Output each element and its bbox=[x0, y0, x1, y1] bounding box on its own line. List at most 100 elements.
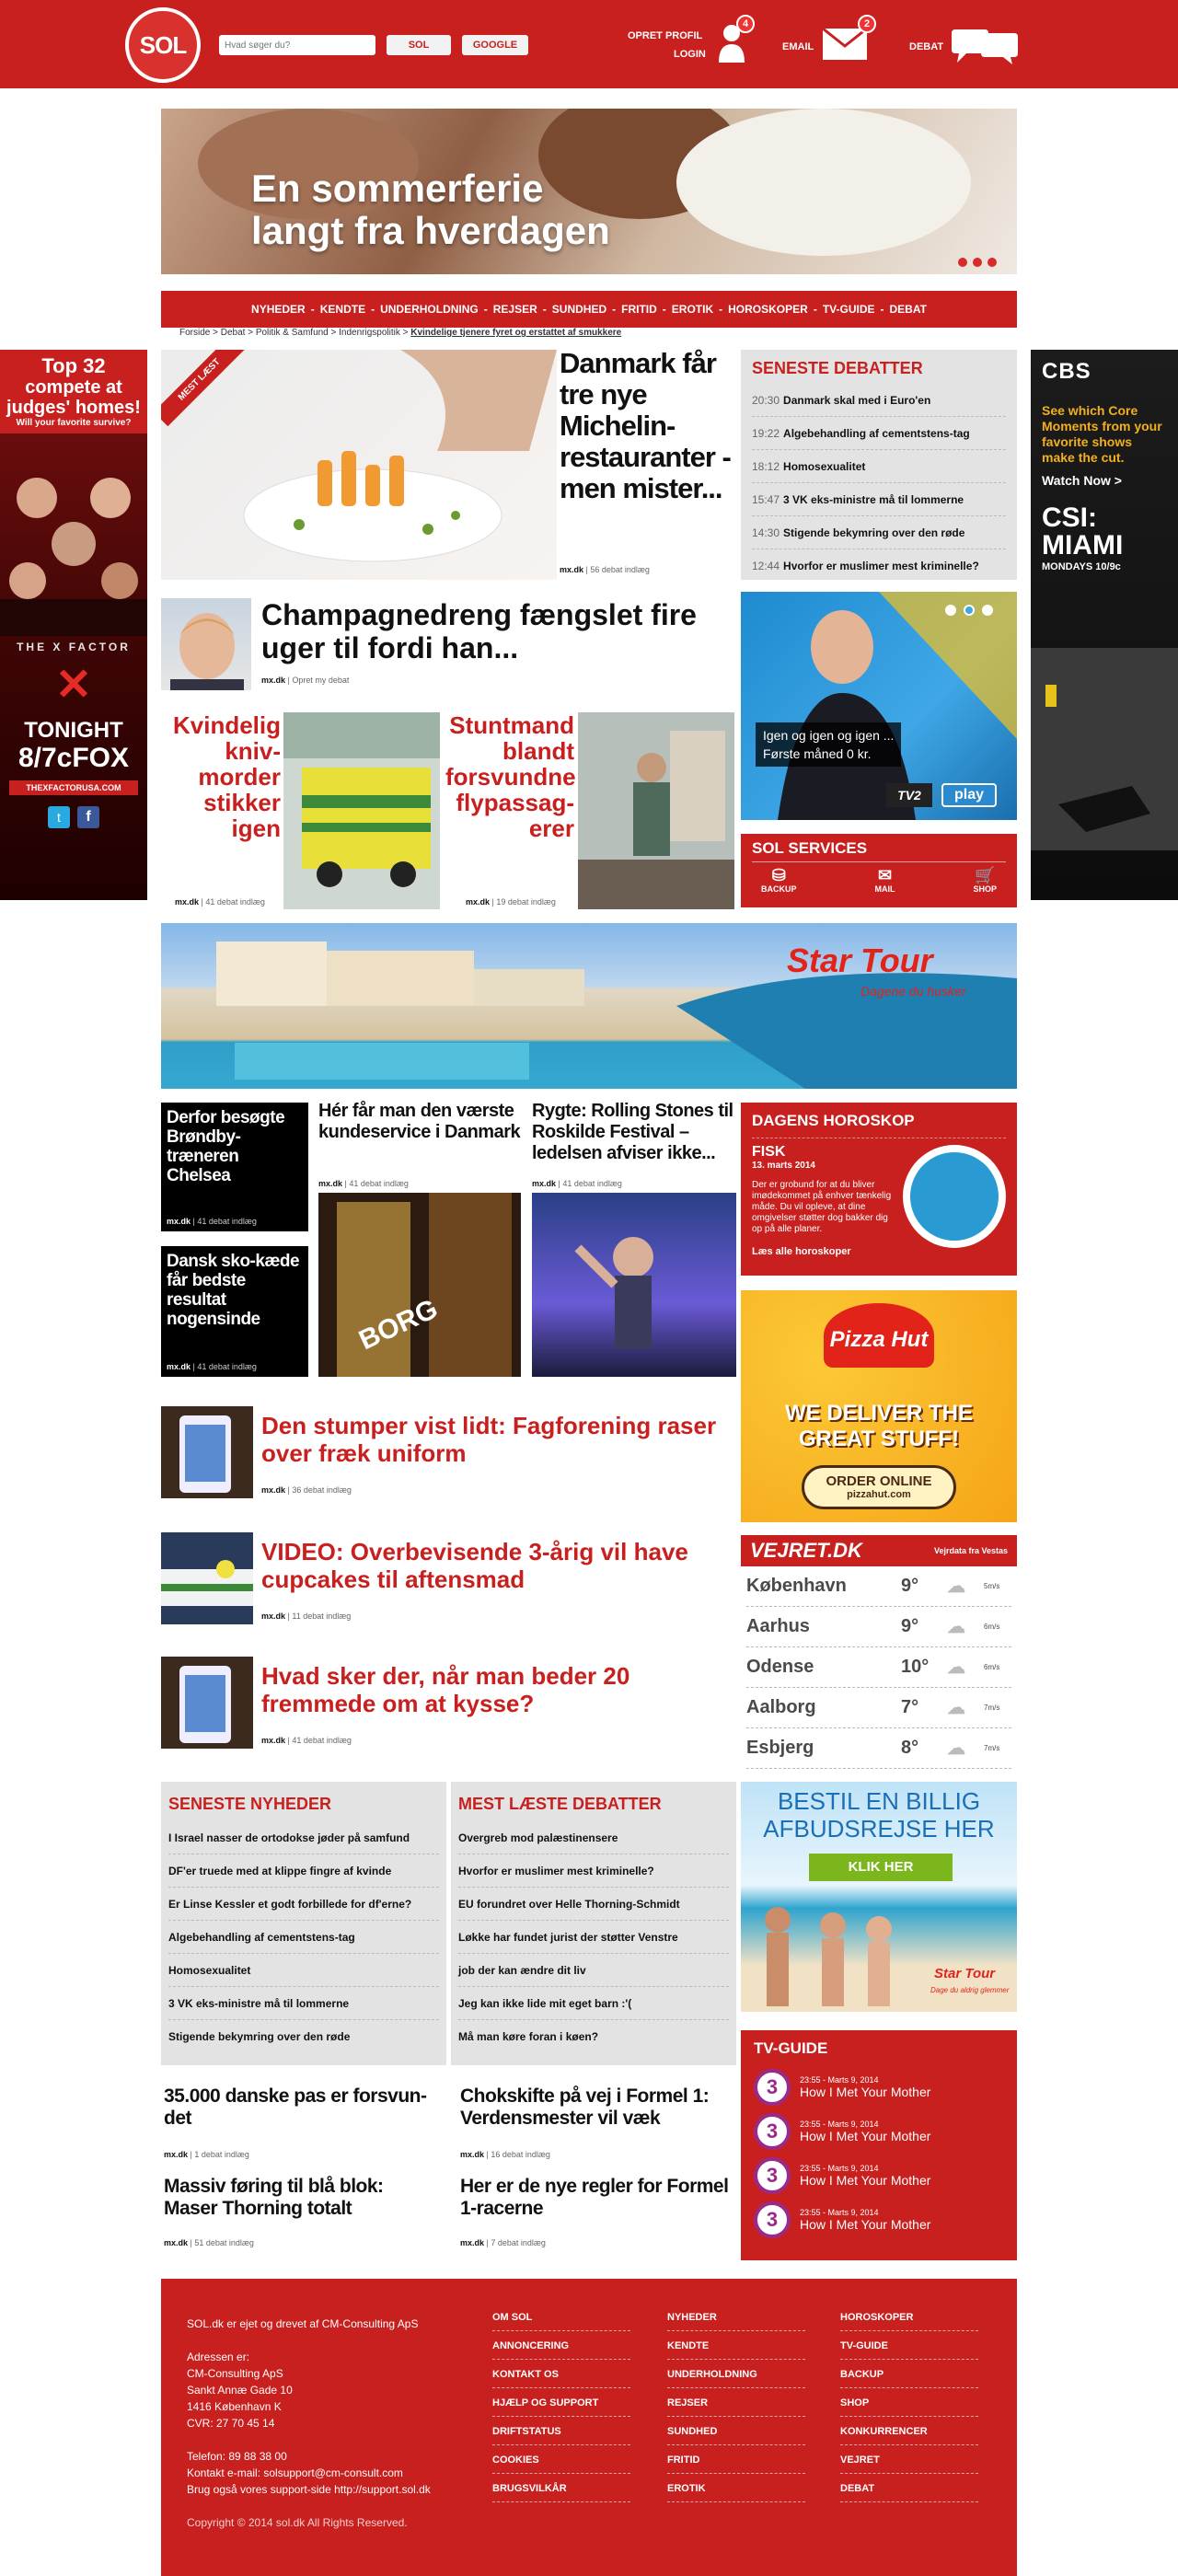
bottom-story-4-title[interactable]: Her er de nye regler for Formel 1-racern… bbox=[460, 2176, 736, 2220]
nav-sundhed[interactable]: SUNDHED bbox=[547, 303, 612, 316]
weather-row[interactable]: Aarhus 9° ☁ 6m/s bbox=[746, 1607, 1011, 1647]
list-story-3-image[interactable] bbox=[161, 1657, 253, 1749]
footer-link[interactable]: EROTIK bbox=[667, 2474, 805, 2502]
slider-dot-3[interactable] bbox=[987, 258, 997, 267]
news-item[interactable]: I Israel nasser de ortodokse jøder på sa… bbox=[168, 1821, 439, 1854]
horoscope-link[interactable]: Læs alle horoskoper bbox=[752, 1246, 1006, 1257]
lead-source[interactable]: mx.dk bbox=[560, 565, 583, 574]
tv-guide-item[interactable]: 3 23:55 - Marts 9, 2014 How I Met Your Mot… bbox=[754, 2065, 1004, 2109]
nav-nyheder[interactable]: NYHEDER bbox=[246, 303, 311, 316]
list-story-3-title[interactable]: Hvad sker der, når man beder 20 fremmede… bbox=[261, 1662, 740, 1717]
tv-guide-item[interactable]: 3 23:55 - Marts 9, 2014 How I Met Your Mot… bbox=[754, 2154, 1004, 2198]
list-story-1-title[interactable]: Den stumper vist lidt: Fagforening raser… bbox=[261, 1412, 740, 1467]
tv2-play-ad[interactable]: Igen og igen og igen ... Første måned 0 … bbox=[741, 592, 1017, 820]
footer-link[interactable]: KONTAKT OS bbox=[492, 2360, 630, 2388]
order-online-button[interactable]: ORDER ONLINE pizzahut.com bbox=[802, 1465, 956, 1509]
footer-link[interactable]: KENDTE bbox=[667, 2331, 805, 2360]
mid1-image[interactable]: BORG bbox=[318, 1193, 521, 1377]
footer-link[interactable]: OM SOL bbox=[492, 2303, 630, 2331]
debate-item[interactable]: Må man køre foran i køen? bbox=[458, 2020, 729, 2053]
service-mail[interactable]: ✉ MAIL bbox=[875, 866, 895, 894]
speech-bubble-icon[interactable] bbox=[948, 28, 1022, 71]
nav-underholdning[interactable]: UNDERHOLDNING bbox=[375, 303, 484, 316]
debat-link[interactable]: DEBAT bbox=[909, 41, 943, 52]
tv2-play-button[interactable]: play bbox=[941, 783, 997, 807]
bottom-story-2-title[interactable]: Chokskifte på vej i Formel 1: Verdensmes… bbox=[460, 2085, 736, 2130]
story3-comments[interactable]: 41 debat indlæg bbox=[205, 897, 265, 907]
debate-item[interactable]: Løkke har fundet jurist der støtter Vens… bbox=[458, 1921, 729, 1954]
bottom-story-1-title[interactable]: 35.000 danske pas er forsvun-det bbox=[164, 2085, 440, 2130]
story4-image[interactable] bbox=[578, 712, 734, 909]
footer-link[interactable]: REJSER bbox=[667, 2388, 805, 2417]
slider-dot-2[interactable] bbox=[973, 258, 982, 267]
news-item[interactable]: DF'er truede med at klippe fingre af kvi… bbox=[168, 1854, 439, 1888]
list-story-2-image[interactable] bbox=[161, 1532, 253, 1624]
vejret-logo[interactable]: VEJRET.DK bbox=[750, 1539, 862, 1563]
story3-source[interactable]: mx.dk bbox=[175, 897, 199, 907]
tv2-dot-1[interactable] bbox=[945, 605, 956, 616]
x-factor-ad[interactable]: Top 32 compete at judges' homes! Will yo… bbox=[0, 350, 147, 900]
footer-link[interactable]: BRUGSVILKÅR bbox=[492, 2474, 630, 2502]
breadcrumb-path[interactable]: Forside > Debat > Politik & Samfund > In… bbox=[179, 328, 408, 338]
pizza-hut-ad[interactable]: Pizza Hut WE DELIVER THE GREAT STUFF! OR… bbox=[741, 1290, 1017, 1522]
story4-comments[interactable]: 19 debat indlæg bbox=[496, 897, 556, 907]
news-item[interactable]: Stigende bekymring over den røde bbox=[168, 2020, 439, 2053]
cbs-ad[interactable]: CBS See which Core Moments from your fav… bbox=[1031, 350, 1178, 900]
lead-title[interactable]: Danmark får tre nye Michelin-restaurante… bbox=[560, 348, 736, 504]
story2-comments[interactable]: Opret my debat bbox=[292, 676, 349, 685]
footer-link[interactable]: DEBAT bbox=[840, 2474, 978, 2502]
footer-link[interactable]: HOROSKOPER bbox=[840, 2303, 978, 2331]
nav-horoskoper[interactable]: HOROSKOPER bbox=[722, 303, 814, 316]
list-story-2-title[interactable]: VIDEO: Overbevisende 3-årig vil have cup… bbox=[261, 1538, 740, 1593]
tv2-dot-3[interactable] bbox=[982, 605, 993, 616]
footer-link[interactable]: ANNONCERING bbox=[492, 2331, 630, 2360]
google-search-button[interactable]: GOOGLE bbox=[462, 35, 528, 55]
debate-item[interactable]: 12:44 Hvorfor er muslimer mest kriminelle… bbox=[752, 549, 1006, 583]
debate-item[interactable]: 19:22 Algebehandling af cementstens-tag bbox=[752, 417, 1006, 450]
debate-item[interactable]: Overgreb mod palæstinensere bbox=[458, 1821, 729, 1854]
nav-debat[interactable]: DEBAT bbox=[884, 303, 932, 316]
nav-tv-guide[interactable]: TV-GUIDE bbox=[817, 303, 881, 316]
lead-comments[interactable]: 56 debat indlæg bbox=[590, 565, 650, 574]
story3-image[interactable] bbox=[283, 712, 440, 909]
debate-item[interactable]: job der kan ændre dit liv bbox=[458, 1954, 729, 1987]
nav-rejser[interactable]: REJSER bbox=[488, 303, 543, 316]
weather-row[interactable]: Esbjerg 8° ☁ 7m/s bbox=[746, 1728, 1011, 1769]
twitter-icon[interactable]: t bbox=[48, 806, 70, 828]
footer-mail[interactable]: Kontakt e-mail: solsupport@cm-consult.co… bbox=[187, 2465, 463, 2481]
footer-link[interactable]: SUNDHED bbox=[667, 2417, 805, 2445]
debate-item[interactable]: 14:30 Stigende bekymring over den røde bbox=[752, 516, 1006, 549]
footer-link[interactable]: FRITID bbox=[667, 2445, 805, 2474]
tv-guide-item[interactable]: 3 23:55 - Marts 9, 2014 How I Met Your Mot… bbox=[754, 2198, 1004, 2242]
mail-icon[interactable] bbox=[822, 27, 868, 65]
email-link[interactable]: EMAIL bbox=[782, 41, 814, 52]
list-story-1-image[interactable] bbox=[161, 1406, 253, 1498]
weather-row[interactable]: Odense 10° ☁ 6m/s bbox=[746, 1647, 1011, 1688]
footer-link[interactable]: UNDERHOLDNING bbox=[667, 2360, 805, 2388]
sol-logo[interactable]: SOL bbox=[125, 7, 201, 83]
black-story-2[interactable]: Dansk sko-kæde får bedste resultat nogen… bbox=[161, 1246, 308, 1377]
search-input[interactable] bbox=[219, 35, 375, 55]
service-backup[interactable]: ⛁ BACKUP bbox=[761, 866, 797, 894]
tv-guide-item[interactable]: 3 23:55 - Marts 9, 2014 How I Met Your Mot… bbox=[754, 2109, 1004, 2154]
nav-kendte[interactable]: KENDTE bbox=[315, 303, 371, 316]
story4-source[interactable]: mx.dk bbox=[466, 897, 490, 907]
cbs-watch-now[interactable]: Watch Now > bbox=[1031, 466, 1178, 495]
slider-dot-1[interactable] bbox=[958, 258, 967, 267]
debate-item[interactable]: Hvorfor er muslimer mest kriminelle? bbox=[458, 1854, 729, 1888]
footer-link[interactable]: DRIFTSTATUS bbox=[492, 2417, 630, 2445]
debate-item[interactable]: 18:12 Homosexualitet bbox=[752, 450, 1006, 483]
weather-row[interactable]: Aalborg 7° ☁ 7m/s bbox=[746, 1688, 1011, 1728]
footer-link[interactable]: SHOP bbox=[840, 2388, 978, 2417]
black1-title[interactable]: Derfor besøgte Brøndby-træneren Chelsea bbox=[167, 1108, 303, 1185]
story2-source[interactable]: mx.dk bbox=[261, 676, 285, 685]
debate-item[interactable]: Jeg kan ikke lide mit eget barn :'( bbox=[458, 1987, 729, 2020]
debate-item[interactable]: 20:30 Danmark skal med i Euro'en bbox=[752, 384, 1006, 417]
footer-support[interactable]: Brug også vores support-side http://supp… bbox=[187, 2481, 463, 2498]
klik-her-button[interactable]: KLIK HER bbox=[809, 1854, 953, 1881]
story4-title[interactable]: Stuntmand blandt forsvundne flypassag-er… bbox=[445, 712, 576, 841]
footer-link[interactable]: NYHEDER bbox=[667, 2303, 805, 2331]
footer-link[interactable]: TV-GUIDE bbox=[840, 2331, 978, 2360]
footer-link[interactable]: HJÆLP OG SUPPORT bbox=[492, 2388, 630, 2417]
debate-item[interactable]: 15:47 3 VK eks-ministre må til lommerne bbox=[752, 483, 1006, 516]
